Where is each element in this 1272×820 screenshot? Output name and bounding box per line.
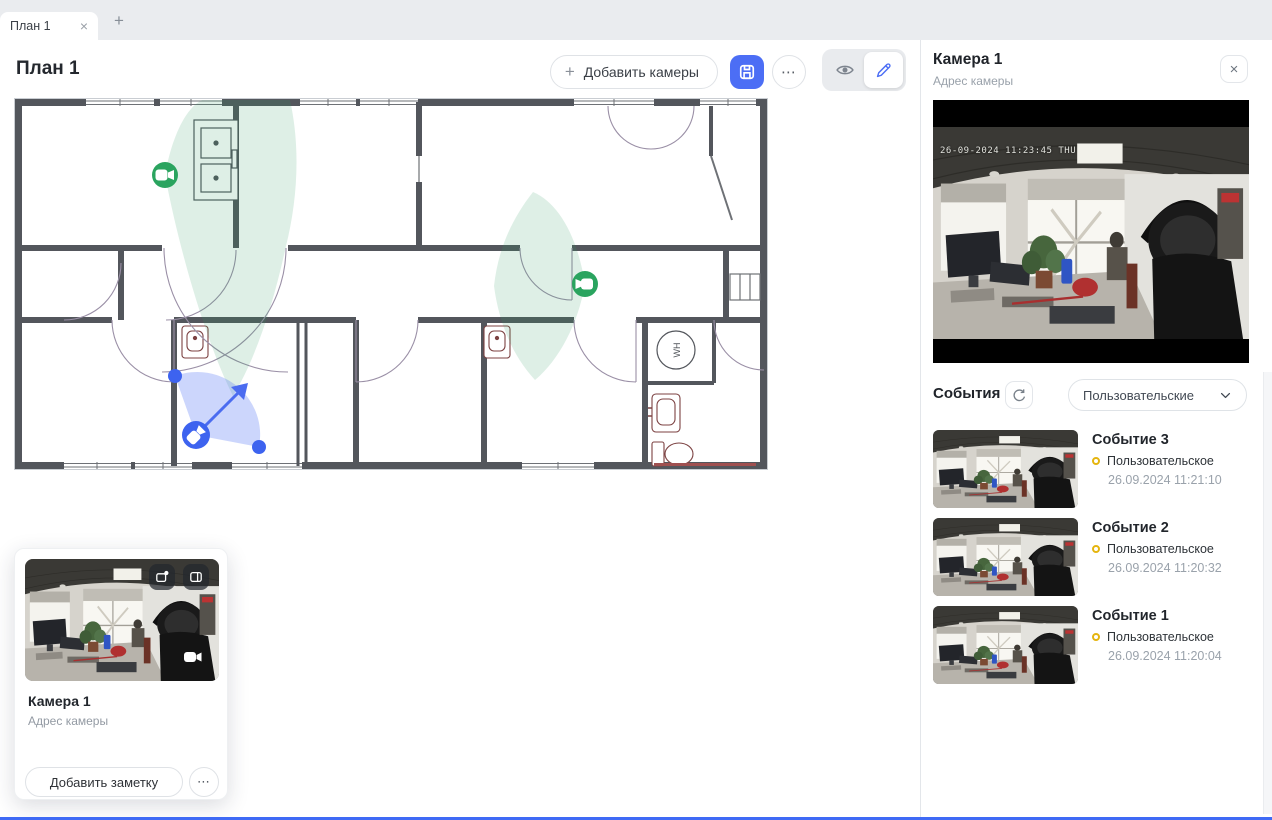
plan-more-button[interactable]: ⋯	[772, 55, 806, 89]
event-type-row: Пользовательское	[1092, 542, 1214, 556]
save-icon	[737, 62, 757, 82]
event-type-label: Пользовательское	[1107, 454, 1214, 468]
refresh-icon	[1012, 388, 1027, 403]
add-cameras-label: Добавить камеры	[584, 64, 699, 80]
event-title: Событие 3	[1092, 432, 1169, 448]
event-thumbnail	[933, 430, 1078, 508]
close-panel-button[interactable]: ×	[1220, 55, 1248, 83]
add-note-button[interactable]: Добавить заметку	[25, 767, 183, 797]
plan-editor: План 1 + Добавить камеры ⋯	[0, 40, 920, 817]
toolbar: + Добавить камеры ⋯	[550, 49, 906, 91]
open-popup-button[interactable]	[149, 564, 175, 590]
events-filter-value: Пользовательские	[1083, 388, 1194, 403]
save-plan-button[interactable]	[730, 55, 764, 89]
fov-handle-left[interactable]	[168, 369, 182, 383]
plus-icon: +	[565, 62, 575, 82]
event-type-icon	[1092, 545, 1100, 553]
eye-icon	[835, 60, 855, 80]
video-timestamp: 26-09-2024 11:23:45 THU	[940, 146, 1076, 156]
camera-1-marker[interactable]	[152, 162, 178, 188]
event-datetime: 26.09.2024 11:21:10	[1108, 473, 1222, 487]
event-type-icon	[1092, 457, 1100, 465]
camera-popup-card: Камера 1 Адрес камеры Добавить заметку ⋯	[14, 548, 228, 800]
pencil-icon	[874, 61, 893, 80]
mode-switcher	[822, 49, 906, 91]
event-type-label: Пользовательское	[1107, 630, 1214, 644]
event-title: Событие 1	[1092, 608, 1169, 624]
floor-plan-canvas[interactable]: WH	[14, 98, 768, 470]
view-mode-button[interactable]	[825, 52, 864, 88]
camera-address: Адрес камеры	[28, 714, 108, 728]
events-title: События	[933, 385, 1000, 402]
new-tab-button[interactable]: +	[106, 8, 132, 34]
event-type-row: Пользовательское	[1092, 630, 1214, 644]
panel-camera-name: Камера 1	[933, 51, 1002, 69]
more-icon: ⋯	[197, 774, 211, 790]
camcorder-icon	[183, 649, 203, 665]
refresh-events-button[interactable]	[1005, 381, 1033, 409]
event-item[interactable]: Событие 1 Пользовательское 26.09.2024 11…	[933, 606, 1263, 684]
fov-handle-right[interactable]	[252, 440, 266, 454]
tab-bar: План 1 × +	[0, 0, 1272, 40]
plus-icon: +	[114, 11, 124, 31]
event-thumbnail	[933, 518, 1078, 596]
tab-plan-1[interactable]: План 1 ×	[0, 12, 98, 40]
events-scrollbar[interactable]	[1263, 372, 1272, 814]
event-title: Событие 2	[1092, 520, 1169, 536]
event-type-label: Пользовательское	[1107, 542, 1214, 556]
event-type-row: Пользовательское	[1092, 454, 1214, 468]
close-icon: ×	[1230, 61, 1239, 78]
event-datetime: 26.09.2024 11:20:04	[1108, 649, 1222, 663]
camera-2-marker[interactable]	[572, 271, 598, 297]
tab-close-icon[interactable]: ×	[80, 19, 88, 33]
event-thumbnail	[933, 606, 1078, 684]
open-popup-icon	[154, 569, 170, 585]
event-datetime: 26.09.2024 11:20:32	[1108, 561, 1222, 575]
app-window: План 1 × + План 1 + Добавить камеры	[0, 0, 1272, 820]
live-view[interactable]: 26-09-2024 11:23:45 THU	[933, 100, 1249, 363]
camera-more-button[interactable]: ⋯	[189, 767, 219, 797]
event-item[interactable]: Событие 2 Пользовательское 26.09.2024 11…	[933, 518, 1263, 596]
side-panel-icon	[188, 569, 204, 585]
camera-name: Камера 1	[28, 693, 91, 709]
event-type-icon	[1092, 633, 1100, 641]
events-filter-dropdown[interactable]: Пользовательские	[1068, 379, 1247, 411]
live-view-frame	[933, 127, 1249, 339]
water-heater-label: WH	[672, 343, 682, 358]
more-icon: ⋯	[781, 63, 797, 81]
side-panel-button[interactable]	[183, 564, 209, 590]
event-item[interactable]: Событие 3 Пользовательское 26.09.2024 11…	[933, 430, 1263, 508]
add-cameras-button[interactable]: + Добавить камеры	[550, 55, 718, 89]
chevron-down-icon	[1219, 389, 1232, 402]
tab-label: План 1	[10, 19, 80, 33]
page-title: План 1	[16, 58, 80, 80]
panel-camera-address: Адрес камеры	[933, 74, 1013, 88]
camera-details-panel: Камера 1 Адрес камеры × 26-09-2024 11:23…	[920, 40, 1272, 817]
edit-mode-button[interactable]	[864, 52, 903, 88]
